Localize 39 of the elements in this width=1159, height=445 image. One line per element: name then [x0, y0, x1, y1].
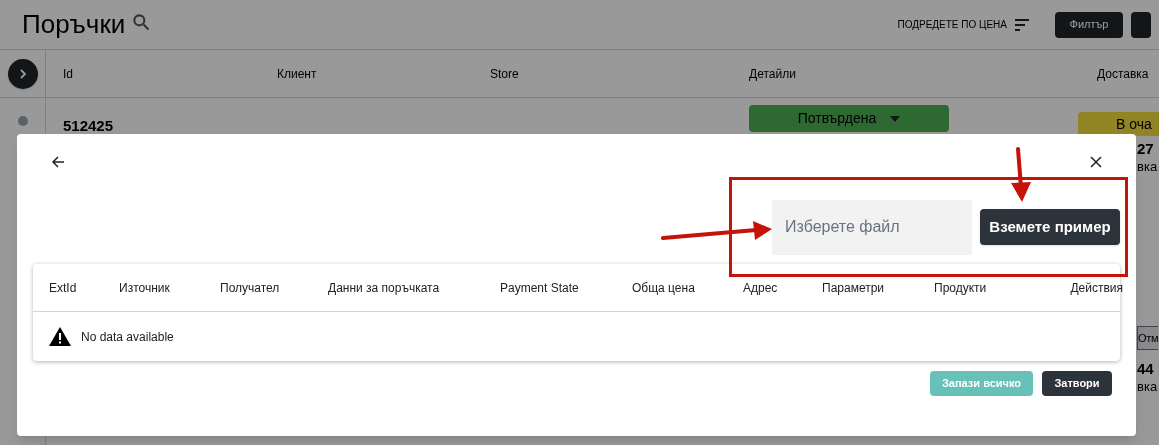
column-header: Детайли [749, 66, 796, 81]
file-field[interactable]: Изберете файл [772, 199, 972, 255]
annotation-arrow [1010, 147, 1032, 203]
column-header: Обща цена [632, 280, 695, 295]
sort-button[interactable]: ПОДРЕДЕТЕ ПО ЦЕНА [897, 17, 1029, 32]
column-header: Адрес [743, 280, 778, 295]
empty-message: No data available [81, 328, 174, 346]
toolbar-button[interactable] [1131, 11, 1151, 38]
close-button[interactable]: Затвори [1042, 371, 1112, 396]
column-header: Данни за поръчката [328, 280, 440, 295]
example-button[interactable]: Вземете пример [980, 209, 1120, 245]
delivery-text: вка [1137, 378, 1159, 396]
chevron-right-icon [18, 68, 27, 79]
order-total: 44 [1137, 360, 1155, 378]
expand-button[interactable] [7, 58, 38, 89]
delivery-text: вка [1137, 158, 1159, 176]
caret-icon [890, 115, 901, 122]
column-header: Параметри [822, 280, 885, 295]
column-header: Клиент [277, 66, 317, 81]
filter-button[interactable]: Филтър [1055, 11, 1123, 38]
column-header: Payment State [500, 280, 579, 295]
back-arrow-icon[interactable] [51, 155, 65, 169]
column-header: Id [63, 66, 73, 81]
column-header: Получател [220, 280, 280, 295]
order-id: 512425 [63, 117, 114, 134]
search-icon[interactable] [131, 11, 152, 32]
column-header: Действия [1070, 280, 1123, 295]
column-header: Доставка [1097, 66, 1149, 81]
column-header: Продукти [934, 280, 987, 295]
order-total: 27 [1137, 140, 1155, 158]
status-badge: Отм [1137, 326, 1159, 350]
column-header: ExtId [49, 280, 77, 295]
page-title: Поръчки [22, 8, 126, 41]
column-header: Източник [119, 280, 170, 295]
delivery-badge: В оча [1078, 112, 1159, 136]
column-header: Store [490, 66, 519, 81]
warning-icon [49, 327, 71, 346]
close-icon[interactable] [1090, 156, 1102, 168]
sort-icon [1015, 18, 1029, 31]
